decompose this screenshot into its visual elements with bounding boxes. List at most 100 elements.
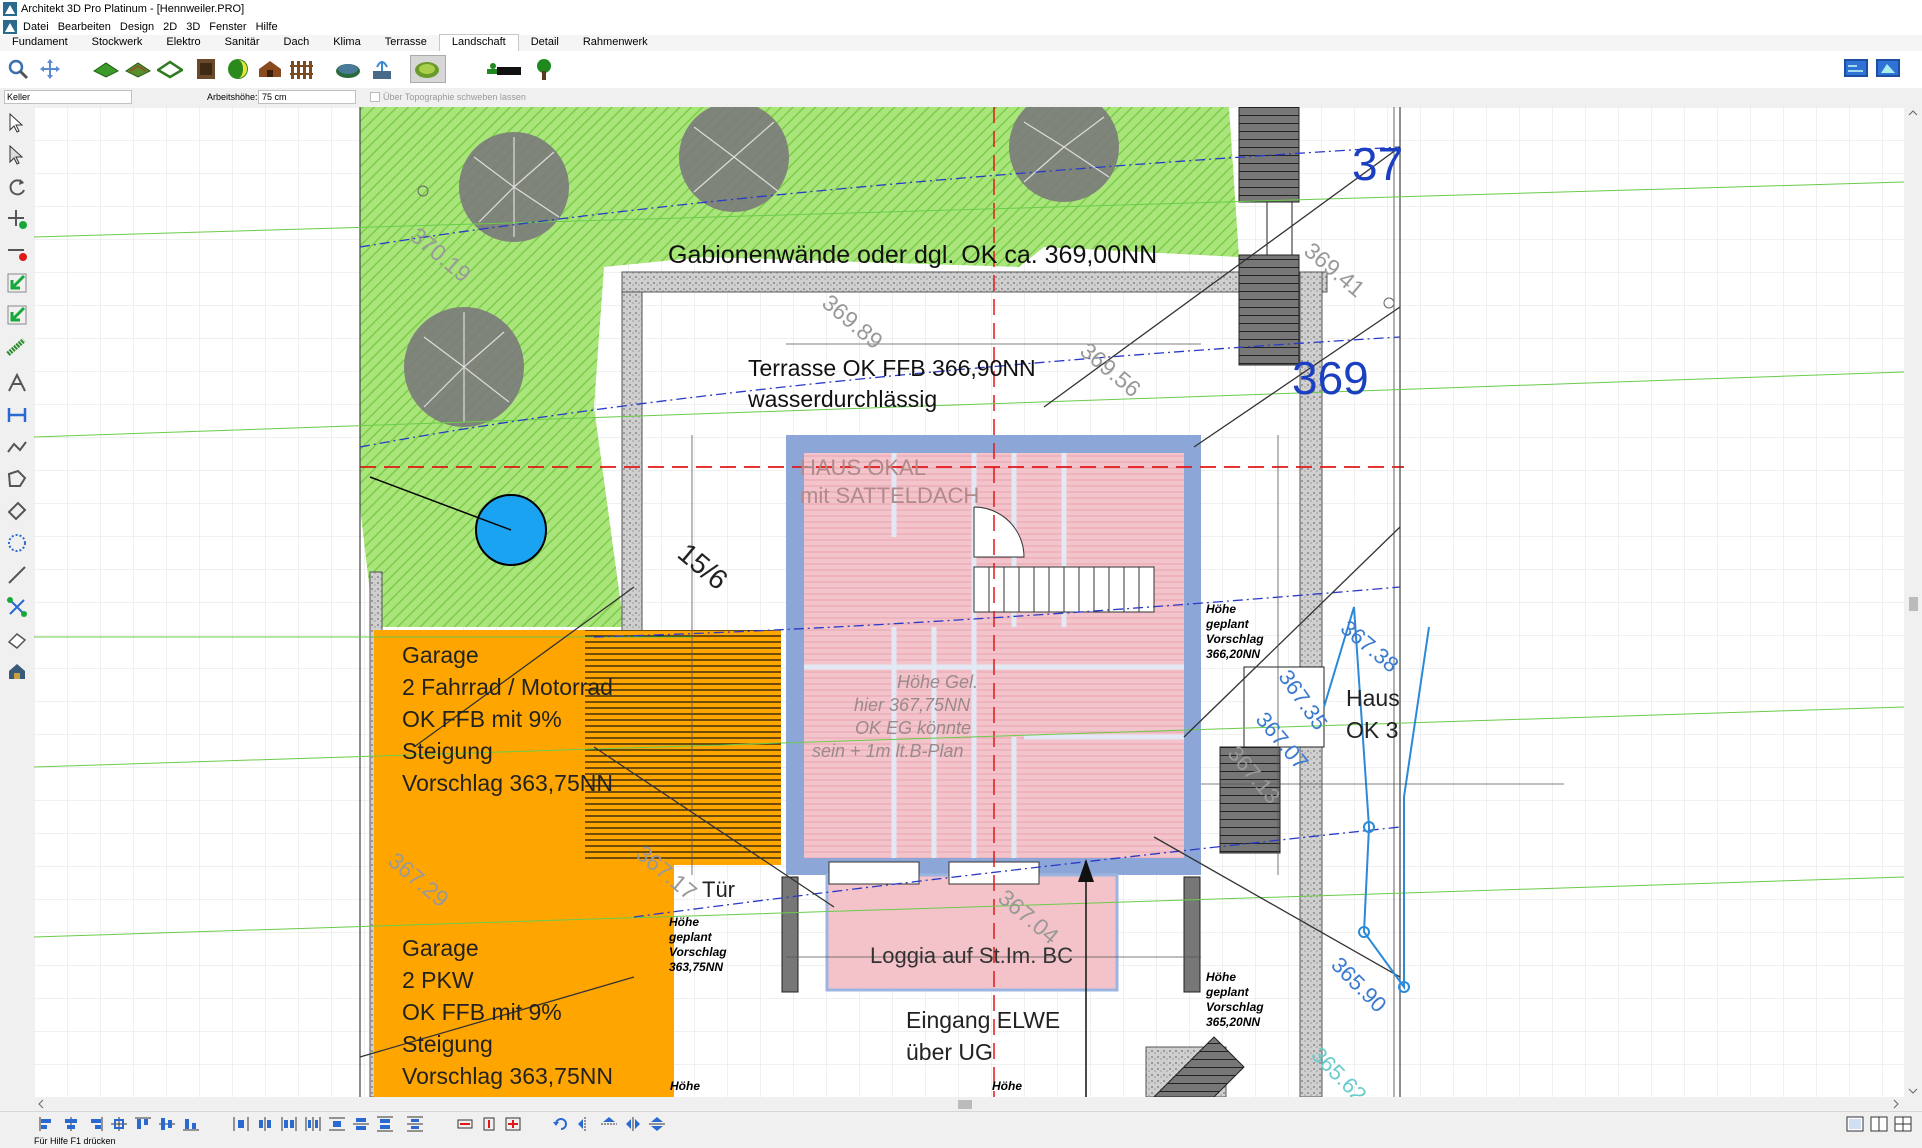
- height-note-4: sein + 1m lt.B-Plan: [812, 741, 964, 761]
- garage2-line2: 2 PKW: [402, 967, 474, 993]
- quad-view-icon[interactable]: [1894, 1116, 1912, 1132]
- split-view-icon[interactable]: [1870, 1116, 1888, 1132]
- plant-bed-icon[interactable]: [410, 55, 446, 83]
- cabinet-icon[interactable]: [192, 55, 220, 83]
- area-icon[interactable]: [3, 497, 31, 525]
- working-height-input[interactable]: 75 cm: [258, 90, 356, 104]
- rotate-left-icon[interactable]: [552, 1116, 570, 1132]
- pool-icon[interactable]: [224, 55, 252, 83]
- house-3d-icon[interactable]: [3, 657, 31, 685]
- line-tool-icon[interactable]: [3, 561, 31, 589]
- single-view-icon[interactable]: [1846, 1116, 1864, 1132]
- tree-icon[interactable]: [530, 55, 558, 83]
- distribute-h-icon[interactable]: [232, 1116, 250, 1132]
- add-point-icon[interactable]: [3, 205, 31, 233]
- tab-landschaft[interactable]: Landschaft: [438, 34, 519, 51]
- tab-stockwerk[interactable]: Stockwerk: [80, 35, 155, 51]
- same-size-icon[interactable]: [504, 1116, 522, 1132]
- drawing-canvas[interactable]: Gabionenwände oder dgl. OK ca. 369,00NN …: [34, 107, 1904, 1097]
- tab-rahmenwerk[interactable]: Rahmenwerk: [571, 35, 660, 51]
- garage2-line1: Garage: [402, 935, 479, 961]
- align-middle-icon[interactable]: [110, 1116, 128, 1132]
- move-in-icon[interactable]: [3, 269, 31, 297]
- flip-horizontal-icon[interactable]: [576, 1116, 594, 1132]
- flip-vertical-icon[interactable]: [600, 1116, 618, 1132]
- align-center-h-icon[interactable]: [62, 1116, 80, 1132]
- remove-point-icon[interactable]: [3, 237, 31, 265]
- garage1-line2: 2 Fahrrad / Motorrad: [402, 674, 613, 700]
- terrain-slope-icon[interactable]: [124, 55, 152, 83]
- tab-klima[interactable]: Klima: [321, 35, 373, 51]
- shed-icon[interactable]: [256, 55, 284, 83]
- floor-select[interactable]: Keller: [4, 90, 132, 104]
- polyline-icon[interactable]: [3, 433, 31, 461]
- path-icon[interactable]: [484, 55, 524, 83]
- menu-2d[interactable]: 2D: [163, 21, 177, 33]
- contour-big-369: 369: [1292, 352, 1369, 404]
- menu-design[interactable]: Design: [120, 21, 154, 33]
- distribute-v-edges-icon[interactable]: [406, 1116, 424, 1132]
- hoehe-b-1: Höhe: [1206, 602, 1236, 616]
- tab-sanitaer[interactable]: Sanitär: [213, 35, 272, 51]
- menu-bearbeiten[interactable]: Bearbeiten: [58, 21, 111, 33]
- menu-hilfe[interactable]: Hilfe: [256, 21, 278, 33]
- terrace-sublabel: wasserdurchlässig: [748, 386, 938, 412]
- tab-dach[interactable]: Dach: [272, 35, 322, 51]
- align-center-v-icon[interactable]: [158, 1116, 176, 1132]
- mirror-horizontal-icon[interactable]: [624, 1116, 642, 1132]
- hedge-icon[interactable]: [3, 333, 31, 361]
- tab-terrasse[interactable]: Terrasse: [373, 35, 439, 51]
- distribute-center-icon[interactable]: [256, 1116, 274, 1132]
- horizontal-scrollbar[interactable]: [34, 1097, 1904, 1111]
- distribute-spacing-icon[interactable]: [280, 1116, 298, 1132]
- connect-icon[interactable]: [3, 593, 31, 621]
- same-height-icon[interactable]: [480, 1116, 498, 1132]
- align-bottom-icon[interactable]: [182, 1116, 200, 1132]
- distribute-v-center-icon[interactable]: [352, 1116, 370, 1132]
- mirror-vertical-icon[interactable]: [648, 1116, 666, 1132]
- hoehe-c-3: Vorschlag: [1206, 1000, 1264, 1014]
- ribbon-toolbar: [0, 51, 1922, 89]
- contour-big-37: 37: [1352, 138, 1404, 190]
- align-top-icon[interactable]: [134, 1116, 152, 1132]
- align-right-icon[interactable]: [86, 1116, 104, 1132]
- house-right-sublabel: OK 3: [1346, 717, 1399, 743]
- fountain-icon[interactable]: [368, 55, 396, 83]
- terrain-outline-icon[interactable]: [156, 55, 184, 83]
- hoehe-b-3: Vorschlag: [1206, 632, 1264, 646]
- vertical-scrollbar[interactable]: [1904, 107, 1922, 1097]
- distribute-v-spacing-icon[interactable]: [376, 1116, 394, 1132]
- house-sublabel: mit SATTELDACH: [800, 483, 980, 508]
- view-2d-icon[interactable]: [1842, 55, 1870, 83]
- polygon-icon[interactable]: [3, 465, 31, 493]
- align-left-icon[interactable]: [38, 1116, 56, 1132]
- menu-3d[interactable]: 3D: [186, 21, 200, 33]
- float-checkbox[interactable]: [370, 92, 380, 102]
- distribute-v-icon[interactable]: [328, 1116, 346, 1132]
- pond-icon[interactable]: [334, 55, 362, 83]
- tab-elektro[interactable]: Elektro: [154, 35, 212, 51]
- circle-dots-icon[interactable]: [3, 529, 31, 557]
- terrace-label: Terrasse OK FFB 366,90NN: [748, 355, 1036, 381]
- select-multi-icon[interactable]: [3, 141, 31, 169]
- menu-datei[interactable]: Datei: [23, 21, 49, 33]
- fence-icon[interactable]: [288, 55, 316, 83]
- eraser-icon[interactable]: [3, 625, 31, 653]
- zoom-icon[interactable]: [4, 55, 32, 83]
- move-out-icon[interactable]: [3, 301, 31, 329]
- terrain-flat-icon[interactable]: [92, 55, 120, 83]
- gabion-label: Gabionenwände oder dgl. OK ca. 369,00NN: [668, 241, 1158, 269]
- select-arrow-icon[interactable]: [3, 109, 31, 137]
- tab-detail[interactable]: Detail: [519, 35, 571, 51]
- garage2-line4: Steigung: [402, 1031, 493, 1057]
- distribute-edges-icon[interactable]: [304, 1116, 322, 1132]
- pan-icon[interactable]: [36, 55, 64, 83]
- tab-fundament[interactable]: Fundament: [0, 35, 80, 51]
- same-width-icon[interactable]: [456, 1116, 474, 1132]
- app-menu-icon[interactable]: [3, 19, 17, 34]
- rotate-icon[interactable]: [3, 173, 31, 201]
- view-3d-icon[interactable]: [1874, 55, 1902, 83]
- text-tool-icon[interactable]: [3, 369, 31, 397]
- menu-fenster[interactable]: Fenster: [209, 21, 246, 33]
- dimension-icon[interactable]: [3, 401, 31, 429]
